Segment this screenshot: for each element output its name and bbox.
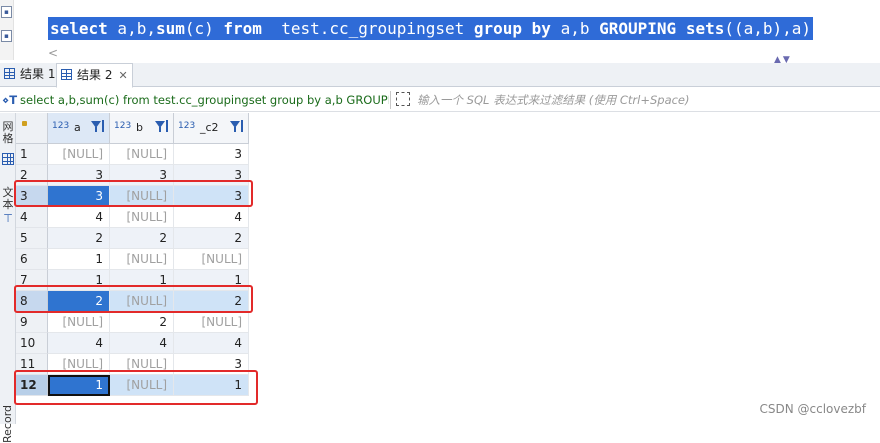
column-name: b	[136, 121, 143, 134]
table-row[interactable]: 6 1 [NULL] [NULL]	[16, 249, 249, 270]
filter-sort-icon[interactable]	[91, 120, 105, 134]
sql-keyword: sets	[685, 19, 725, 38]
row-number[interactable]: 6	[16, 249, 48, 270]
editor-gutter: ▪ ▪	[0, 0, 14, 60]
watermark: CSDN @cclovezbf	[759, 402, 866, 416]
sql-keyword: by	[531, 19, 551, 38]
cell-b[interactable]: [NULL]	[110, 249, 174, 270]
cell-b[interactable]: [NULL]	[110, 144, 174, 165]
cell-c2[interactable]: 2	[174, 228, 249, 249]
sql-token: a,b,	[107, 19, 156, 38]
numeric-type-icon: 123	[178, 121, 196, 131]
highlight-box	[14, 180, 253, 207]
cell-a[interactable]: [NULL]	[48, 144, 110, 165]
column-name: a	[74, 121, 81, 134]
query-text-value: select a,b,sum(c) from test.cc_groupings…	[20, 93, 389, 107]
table-row[interactable]: 1 [NULL] [NULL] 3	[16, 144, 249, 165]
sql-editor[interactable]: ▪ ▪ select a,b,sum(c) from test.cc_group…	[0, 0, 880, 65]
text-view-label[interactable]: 文本	[1, 187, 15, 211]
sql-token: (c)	[184, 19, 224, 38]
sql-statement[interactable]: select a,b,sum(c) from test.cc_groupings…	[48, 17, 814, 40]
cell-a[interactable]: 4	[48, 207, 110, 228]
sql-keyword: GROUPING	[599, 19, 677, 38]
tab-label: 结果 1	[20, 67, 56, 81]
cell-c2[interactable]: 3	[174, 144, 249, 165]
sql-function: sum	[155, 19, 185, 38]
tab-result-2[interactable]: 结果 2 ✕	[56, 63, 133, 88]
row-number[interactable]: 9	[16, 312, 48, 333]
column-header-b[interactable]: 123 b	[110, 113, 174, 144]
grid-icon	[61, 69, 72, 80]
sql-file-icon: ▪	[1, 30, 12, 42]
sql-token: ((a,b),a)	[724, 19, 812, 38]
sql-keyword: select	[50, 19, 108, 38]
query-text: ⋄T select a,b,sum(c) from test.cc_groupin…	[0, 88, 389, 112]
cell-a[interactable]: [NULL]	[48, 312, 110, 333]
column-header-a[interactable]: 123 a	[48, 113, 110, 144]
table-row[interactable]: 10 4 4 4	[16, 333, 249, 354]
sql-token: test.cc_groupingset	[261, 19, 474, 38]
row-number[interactable]: 10	[16, 333, 48, 354]
cell-a[interactable]: 1	[48, 249, 110, 270]
cell-b[interactable]: [NULL]	[110, 207, 174, 228]
editor-scroll-left-arrow[interactable]: <	[48, 46, 58, 60]
tab-label: 结果 2	[77, 68, 113, 82]
column-name: _c2	[200, 121, 219, 134]
filter-sort-icon[interactable]	[155, 120, 169, 134]
cell-b[interactable]: 4	[110, 333, 174, 354]
tab-result-1[interactable]: 结果 1	[0, 63, 59, 87]
grid-view-icon[interactable]	[2, 153, 14, 165]
row-number[interactable]: 1	[16, 144, 48, 165]
numeric-type-icon: 123	[114, 121, 132, 131]
filter-sort-icon[interactable]	[230, 120, 244, 134]
grid-view-label[interactable]: 网格	[1, 121, 15, 145]
cell-c2[interactable]: 4	[174, 207, 249, 228]
table-row[interactable]: 9 [NULL] 2 [NULL]	[16, 312, 249, 333]
numeric-type-icon: 123	[52, 121, 70, 131]
filter-bar: ⋄T select a,b,sum(c) from test.cc_groupin…	[0, 88, 880, 112]
grid-icon	[4, 68, 15, 79]
cell-c2[interactable]: [NULL]	[174, 312, 249, 333]
row-number[interactable]: 4	[16, 207, 48, 228]
filter-input[interactable]: 输入一个 SQL 表达式来过滤结果 (使用 Ctrl+Space)	[417, 88, 690, 112]
row-number[interactable]: 5	[16, 228, 48, 249]
divider	[390, 91, 391, 109]
query-icon: ⋄T	[2, 93, 18, 107]
highlight-box	[14, 370, 258, 405]
close-icon[interactable]: ✕	[118, 69, 127, 82]
expand-filter-icon[interactable]	[396, 92, 410, 106]
sql-file-icon: ▪	[1, 6, 12, 18]
cell-a[interactable]: 4	[48, 333, 110, 354]
cell-c2[interactable]: 4	[174, 333, 249, 354]
text-view-icon[interactable]: ⊤	[1, 213, 15, 225]
result-tabs: 结果 1 结果 2 ✕	[0, 63, 880, 88]
lock-icon	[22, 121, 27, 126]
sql-keyword: group	[473, 19, 523, 38]
highlight-box	[14, 285, 253, 313]
cell-c2[interactable]: [NULL]	[174, 249, 249, 270]
cell-a[interactable]: 2	[48, 228, 110, 249]
table-row[interactable]: 5 2 2 2	[16, 228, 249, 249]
sql-token: a,b	[550, 19, 600, 38]
cell-b[interactable]: 2	[110, 312, 174, 333]
grid-corner[interactable]	[16, 113, 48, 144]
table-row[interactable]: 4 4 [NULL] 4	[16, 207, 249, 228]
cell-b[interactable]: 2	[110, 228, 174, 249]
column-header-c2[interactable]: 123 _c2	[174, 113, 249, 144]
sql-keyword: from	[223, 19, 262, 38]
